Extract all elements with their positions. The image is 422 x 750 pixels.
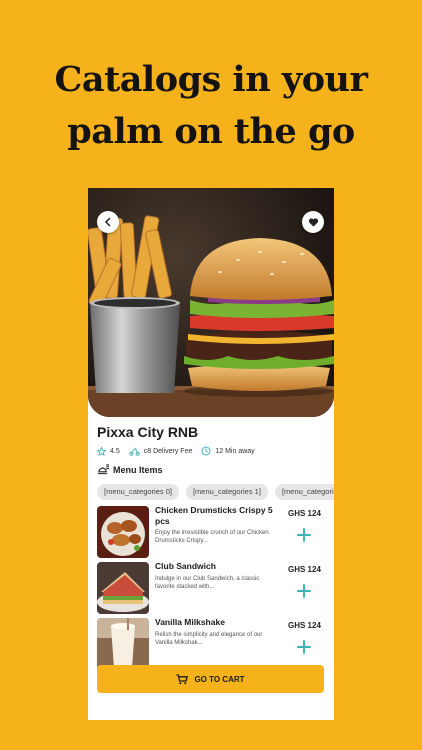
menu-icon [98,464,109,475]
plus-icon[interactable] [295,526,313,544]
go-to-cart-label: GO TO CART [194,674,245,684]
menu-title-text: Menu Items [113,464,163,475]
menu-section-title: Menu Items [97,464,163,475]
delivery-time-text: 12 Min away [215,447,255,455]
rating-value: 4.5 [110,447,120,455]
menu-item-price: GHS 124 [288,565,321,574]
restaurant-meta: 4.5 c8 Delivery Fee 12 Min away [97,444,264,458]
go-to-cart-button[interactable]: GO TO CART [97,665,324,693]
headline-line-1: Catalogs in your [54,59,368,100]
menu-item[interactable]: Club Sandwich Indulge in our Club Sandwi… [97,561,334,614]
category-chip[interactable]: [menu_categories 0] [97,484,179,500]
category-chip[interactable]: [menu_categories 1] [185,484,268,500]
menu-item[interactable]: Vanilla Milkshake Relish the simplicity … [97,617,334,670]
category-chip[interactable]: [menu_categories 2] [274,484,334,500]
menu-item-image [97,562,149,614]
back-button[interactable] [97,211,119,233]
menu-item-image [97,618,149,670]
chevron-left-icon [104,217,111,227]
menu-item-title: Club Sandwich [155,561,216,571]
menu-item-price: GHS 124 [288,509,321,518]
plus-icon[interactable] [295,582,313,600]
category-chips: [menu_categories 0] [menu_categories 1] … [97,484,334,500]
menu-item-image [97,506,149,558]
star-icon [97,446,106,456]
hero-image [88,188,334,417]
delivery-time: 12 Min away [201,446,255,456]
menu-item-price: GHS 124 [288,621,321,630]
plus-icon[interactable] [295,638,313,656]
headline-line-2: palm on the go [67,111,355,152]
menu-item-title: Chicken Drumsticks Crispy 5 pcs [155,505,273,526]
scooter-icon [129,447,140,456]
heart-icon [308,217,318,227]
headline: Catalogs in your palm on the go [0,54,422,158]
clock-icon [201,446,211,456]
delivery-fee: c8 Delivery Fee [129,447,193,456]
restaurant-name: Pixxa City RNB [97,424,199,440]
menu-item-description: Enjoy the irresistible crunch of our Chi… [155,530,269,544]
menu-item-description: Relish the simplicity and elegance of ou… [155,632,263,646]
menu-item-title: Vanilla Milkshake [155,617,225,627]
delivery-fee-text: c8 Delivery Fee [143,447,193,455]
menu-item-description: Indulge in our Club Sandwich, a classic … [155,576,260,590]
rating: 4.5 [97,446,120,456]
cart-icon [176,673,189,684]
menu-item[interactable]: Chicken Drumsticks Crispy 5 pcs Enjoy th… [97,505,334,558]
favorite-button[interactable] [302,211,324,233]
phone-screen: Pixxa City RNB 4.5 c8 Delivery Fee 12 Mi… [88,188,334,720]
